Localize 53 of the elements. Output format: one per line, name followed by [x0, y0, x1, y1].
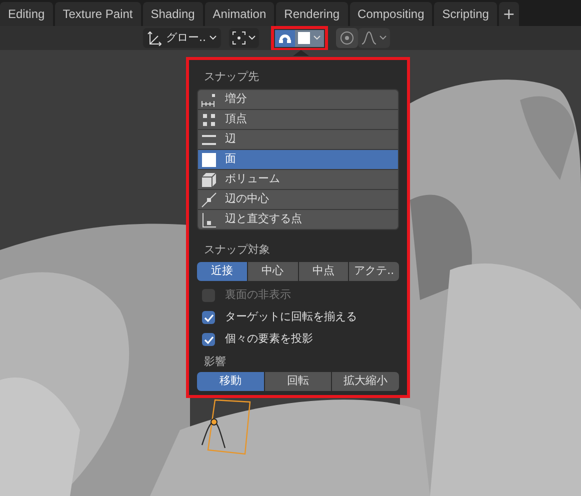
orientation-dropdown[interactable]: グロー..: [143, 28, 221, 48]
snap-toggle[interactable]: [275, 30, 295, 46]
pivot-dropdown[interactable]: [229, 28, 259, 48]
snap-element-item[interactable]: 辺と直交する点: [198, 210, 398, 229]
chevron-icon: [248, 35, 256, 41]
workspace-tab[interactable]: Shading: [142, 2, 203, 26]
workspace-tab[interactable]: Texture Paint: [54, 2, 141, 26]
add-tab-button[interactable]: +: [498, 2, 519, 26]
falloff-dropdown[interactable]: [358, 28, 390, 48]
workspace-tab[interactable]: Scripting: [434, 2, 497, 26]
section-title: スナップ先: [203, 69, 260, 85]
segment-button[interactable]: 拡大縮小: [332, 372, 399, 391]
segment-button[interactable]: 移動: [197, 372, 264, 391]
chevron-icon: [209, 35, 217, 41]
snap-element-item[interactable]: 増分: [198, 90, 398, 109]
segment-button[interactable]: 回転: [264, 372, 332, 391]
chevron-icon: [379, 35, 387, 41]
midpoint-snap-icon: [201, 192, 217, 208]
chevron-icon: [313, 35, 321, 41]
vertex-snap-icon: [201, 112, 217, 128]
circle-dot-icon: [340, 31, 354, 45]
workspace-tab[interactable]: Animation: [204, 2, 274, 26]
workspace-tab[interactable]: Rendering: [276, 2, 348, 26]
increment-snap-icon: [201, 92, 217, 108]
option-label: 裏面の非表示: [225, 287, 291, 304]
checkbox[interactable]: [202, 333, 215, 346]
axes-icon: [147, 30, 163, 46]
snap-element-item[interactable]: ボリューム: [198, 170, 398, 189]
snap-element-item[interactable]: 辺: [198, 130, 398, 149]
curve-icon: [361, 31, 377, 45]
option-label: ターゲットに回転を揃える: [225, 309, 357, 326]
face-snap-icon: [201, 152, 217, 168]
section-title: スナップ対象: [203, 242, 271, 258]
checkmark-icon: [204, 334, 214, 344]
segment-button[interactable]: 中点: [298, 262, 348, 281]
snap-element-item[interactable]: 辺の中心: [198, 190, 398, 209]
section-title: 影響: [203, 354, 227, 370]
proportional-toggle[interactable]: [336, 28, 358, 48]
segment-button[interactable]: アクテ..: [349, 262, 399, 281]
snap-element-item[interactable]: 頂点: [198, 110, 398, 129]
volume-snap-icon: [201, 172, 217, 188]
workspace-tab[interactable]: Compositing: [350, 2, 432, 26]
snap-element-dropdown[interactable]: [295, 30, 324, 46]
snap-element-item[interactable]: 面: [198, 150, 398, 169]
face-icon: [298, 32, 310, 44]
segment-button[interactable]: 近接: [197, 262, 247, 281]
option-label: 個々の要素を投影: [225, 331, 313, 348]
segment-button[interactable]: 中心: [248, 262, 298, 281]
checkmark-icon: [204, 312, 214, 322]
workspace-tab[interactable]: Editing: [0, 2, 53, 26]
pivot-icon: [232, 31, 246, 45]
checkbox[interactable]: [202, 311, 215, 324]
perpendicular-snap-icon: [201, 212, 217, 228]
